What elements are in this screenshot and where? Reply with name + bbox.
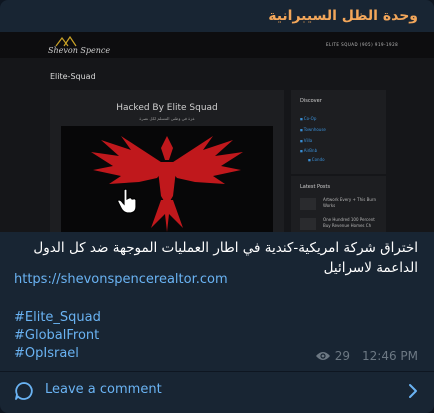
hashtag-elite-squad[interactable]: #Elite_Squad [14, 310, 101, 325]
site-header-contact: ELITE SQUAD (905) 919-1928 [326, 42, 399, 47]
sidebar-link-airbnb: AirBnb [300, 148, 317, 153]
sidebar-link-villa: Villa [300, 138, 312, 143]
hero-image [61, 126, 273, 232]
message-image[interactable]: Shevon Spence ELITE SQUAD (905) 919-1928… [0, 32, 434, 232]
message-link[interactable]: https://shevonspencerealtor.com [14, 272, 228, 287]
latest-posts-box: Latest Posts Artwork Every + This Burn W… [291, 176, 386, 232]
latest-post-1: Artwork Every + This Burn Works [323, 197, 376, 208]
message-meta: 29 12:46 PM [315, 349, 418, 363]
site-logo-text: Shevon Spence [48, 46, 111, 55]
phoenix-icon [91, 136, 243, 232]
comment-bubble-icon [15, 382, 33, 400]
chevron-right-icon [409, 384, 417, 398]
site-sidebar: Discover Co-Op Townhouse Villa AirBnb Co… [291, 90, 386, 232]
discover-box: Discover Co-Op Townhouse Villa AirBnb Co… [291, 90, 386, 174]
hacked-subtitle: غزة في وطني المسلم لكل نصرة [139, 116, 195, 121]
site-main-panel: Hacked By Elite Squad غزة في وطني المسلم… [50, 90, 284, 232]
hashtag-opisrael[interactable]: #OpIsrael [14, 346, 79, 361]
post-thumbnail [300, 218, 316, 230]
latest-posts-heading: Latest Posts [300, 184, 331, 190]
post-thumbnail [300, 198, 316, 210]
site-header: Shevon Spence ELITE SQUAD (905) 919-1928 [0, 32, 434, 58]
hashtag-global-front[interactable]: #GlobalFront [14, 328, 99, 343]
latest-post-2: One Hundred 100 Percent Buy Revenue Home… [323, 217, 375, 228]
sidebar-link-coop: Co-Op [300, 116, 317, 121]
leave-comment-button[interactable]: Leave a comment [0, 372, 434, 410]
message-time: 12:46 PM [362, 349, 418, 363]
hand-pointer-icon [117, 188, 137, 214]
discover-heading: Discover [300, 98, 322, 104]
site-title: Elite-Squad [50, 72, 96, 81]
message-card: وحدة الظل السيبرانية Shevon Spence ELITE… [0, 0, 434, 413]
sidebar-link-townhouse: Townhouse [300, 127, 326, 132]
channel-name[interactable]: وحدة الظل السيبرانية [268, 8, 418, 24]
view-count: 29 [334, 349, 350, 363]
sidebar-link-condo: Condo [308, 157, 325, 162]
leave-comment-label: Leave a comment [45, 382, 162, 397]
eye-icon [315, 352, 330, 360]
hacked-title: Hacked By Elite Squad [116, 103, 218, 113]
